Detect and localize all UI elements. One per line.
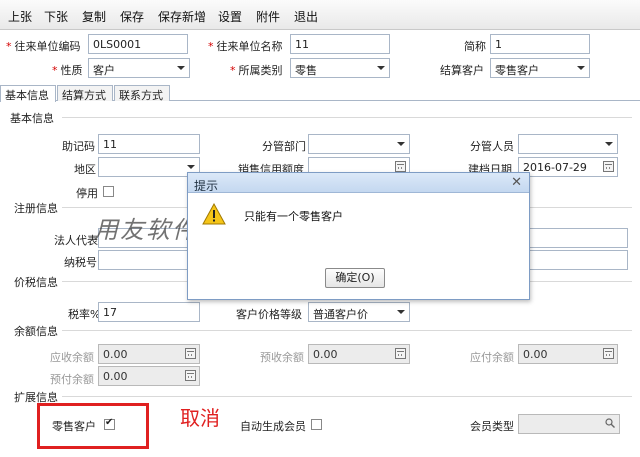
section-register-info: 注册信息 (14, 202, 58, 215)
calculator-icon (603, 348, 614, 359)
staff-select[interactable] (518, 134, 618, 154)
ok-button[interactable]: 确定(O) (325, 268, 385, 288)
name-field[interactable]: 11 (290, 34, 390, 54)
help-code-label: 助记码 (62, 140, 95, 153)
dialog-title: 提示 (194, 179, 219, 193)
disabled-label: 停用 (76, 187, 98, 200)
legal-rep-label: 法人代表 (54, 234, 98, 247)
close-icon[interactable]: ✕ (511, 175, 522, 190)
calculator-icon (395, 348, 406, 359)
nature-label: * 性质 (52, 64, 83, 77)
calculator-icon (185, 370, 196, 381)
dept-select[interactable] (308, 134, 410, 154)
section-divider (62, 396, 632, 397)
search-icon[interactable] (605, 418, 615, 428)
tax-rate-label: 税率% (68, 308, 101, 321)
code-label: * 往来单位编码 (6, 40, 81, 53)
pre-received-field: 0.00 (308, 344, 410, 364)
section-basic-info: 基本信息 (10, 112, 54, 125)
category-label: * 所属类别 (230, 64, 283, 77)
name-label: * 往来单位名称 (208, 40, 283, 53)
warning-icon (202, 203, 226, 225)
section-balance: 余额信息 (14, 325, 58, 338)
chevron-down-icon (177, 66, 185, 70)
chevron-down-icon (397, 142, 405, 146)
receivable-field: 0.00 (98, 344, 200, 364)
copy-button[interactable]: 复制 (82, 8, 106, 25)
settle-customer-label: 结算客户 (440, 64, 484, 77)
staff-label: 分管人员 (470, 140, 514, 153)
exit-button[interactable]: 退出 (294, 8, 318, 25)
receivable-label: 应收余额 (50, 351, 94, 364)
member-type-field[interactable] (518, 414, 620, 434)
annotation-note: 取消 (180, 406, 220, 430)
next-button[interactable]: 下张 (44, 8, 68, 25)
highlight-box (37, 403, 149, 449)
price-level-select[interactable]: 普通客户价 (308, 302, 410, 322)
nature-select[interactable]: 客户 (88, 58, 190, 78)
short-name-field[interactable]: 1 (490, 34, 590, 54)
help-code-field[interactable]: 11 (98, 134, 200, 154)
pre-received-label: 预收余额 (260, 351, 304, 364)
chevron-down-icon (605, 142, 613, 146)
tab-basic-info[interactable]: 基本信息 (0, 85, 56, 102)
price-level-label: 客户价格等级 (236, 308, 302, 321)
settle-customer-select[interactable]: 零售客户 (490, 58, 590, 78)
prepaid-field: 0.00 (98, 366, 200, 386)
chevron-down-icon (577, 66, 585, 70)
chevron-down-icon (377, 66, 385, 70)
section-price-tax: 价税信息 (14, 276, 58, 289)
dialog-message: 只能有一个零售客户 (244, 210, 343, 223)
payable-field: 0.00 (518, 344, 618, 364)
payable-label: 应付余额 (470, 351, 514, 364)
dialog-titlebar: 提示 ✕ (188, 173, 529, 193)
auto-member-label: 自动生成会员 (240, 420, 306, 433)
chevron-down-icon (187, 165, 195, 169)
prepaid-label: 预付余额 (50, 373, 94, 386)
calendar-icon[interactable] (603, 161, 614, 172)
tax-number-label: 纳税号 (64, 256, 97, 269)
toolbar: 上张 下张 复制 保存 保存新增 设置 附件 退出 (0, 0, 640, 30)
category-select[interactable]: 零售 (290, 58, 390, 78)
section-divider (62, 117, 632, 118)
dept-label: 分管部门 (262, 140, 306, 153)
save-button[interactable]: 保存 (120, 8, 144, 25)
section-divider (62, 330, 632, 331)
chevron-down-icon (397, 310, 405, 314)
calculator-icon (185, 348, 196, 359)
settings-button[interactable]: 设置 (218, 8, 242, 25)
tab-bar: 基本信息 结算方式 联系方式 (0, 85, 640, 102)
short-name-label: 简称 (464, 40, 486, 53)
disabled-checkbox[interactable] (103, 186, 114, 197)
calculator-icon[interactable] (395, 161, 406, 172)
alert-dialog: 提示 ✕ 只能有一个零售客户 确定(O) (187, 172, 530, 300)
auto-member-checkbox[interactable] (311, 419, 322, 430)
prev-button[interactable]: 上张 (8, 8, 32, 25)
member-type-label: 会员类型 (470, 420, 514, 433)
tab-settlement[interactable]: 结算方式 (57, 85, 113, 102)
code-field[interactable]: 0LS0001 (88, 34, 188, 54)
save-new-button[interactable]: 保存新增 (158, 8, 206, 25)
tax-rate-field[interactable]: 17 (98, 302, 200, 322)
region-select[interactable] (98, 157, 200, 177)
attachment-button[interactable]: 附件 (256, 8, 280, 25)
region-label: 地区 (74, 163, 96, 176)
tab-contact[interactable]: 联系方式 (114, 85, 170, 102)
created-date-field[interactable]: 2016-07-29 (518, 157, 618, 177)
